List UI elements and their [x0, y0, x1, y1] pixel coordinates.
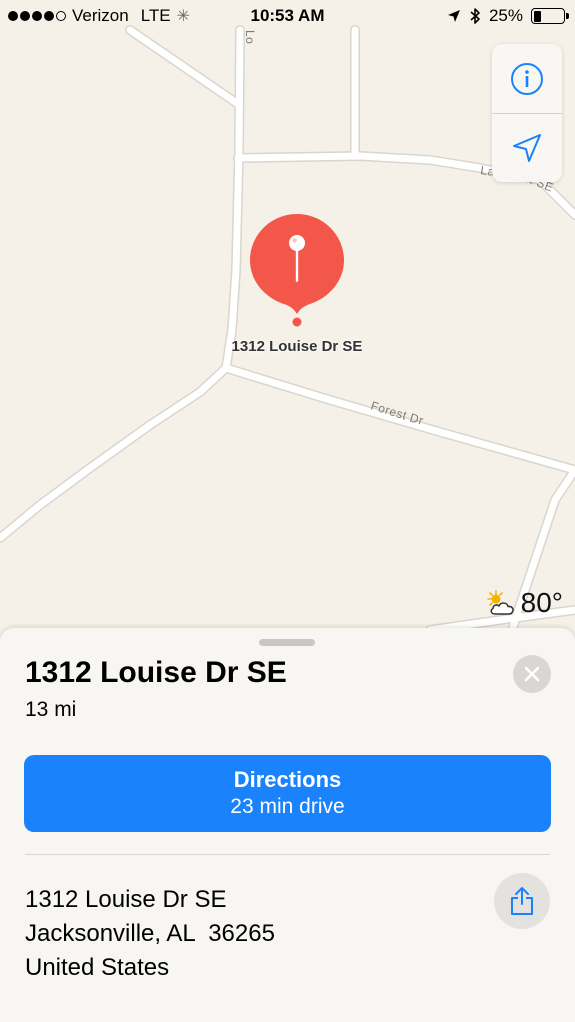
location-services-icon	[447, 10, 460, 22]
pin-label: 1312 Louise Dr SE	[231, 338, 363, 355]
distance-text: 13 mi	[25, 698, 77, 721]
info-button[interactable]	[492, 44, 562, 113]
info-icon	[511, 62, 543, 95]
address-line-3: United States	[25, 954, 170, 981]
place-card[interactable]: 1312 Louise Dr SE 13 mi Directions 23 mi…	[0, 628, 575, 1022]
weather-indicator[interactable]: 80°	[485, 587, 563, 619]
close-icon	[524, 666, 540, 682]
status-bar: Verizon LTE ✳ 10:53 AM 25%	[0, 0, 575, 32]
road-label-lo: Lo	[243, 30, 257, 44]
address-line-1: 1312 Louise Dr SE	[25, 886, 227, 913]
sheet-grabber[interactable]	[259, 639, 315, 646]
directions-eta: 23 min drive	[230, 795, 345, 818]
map-view[interactable]: Lo La ot SE Forest Dr	[0, 0, 575, 660]
share-icon	[511, 887, 533, 915]
status-right: 25%	[447, 6, 569, 26]
directions-label: Directions	[233, 767, 342, 792]
location-pin[interactable]	[250, 214, 344, 328]
directions-button[interactable]: Directions 23 min drive	[24, 755, 551, 832]
battery-icon	[531, 8, 569, 24]
close-button[interactable]	[513, 655, 551, 693]
map-controls	[492, 44, 562, 182]
partly-sunny-icon	[486, 590, 514, 615]
address-block: 1312 Louise Dr SE Jacksonville, AL 36265…	[25, 883, 275, 985]
divider	[25, 854, 550, 855]
location-arrow-icon	[513, 134, 541, 162]
place-title: 1312 Louise Dr SE	[25, 656, 287, 689]
pin-marker-icon	[250, 214, 344, 327]
battery-percent: 25%	[488, 6, 523, 25]
current-location-button[interactable]	[492, 113, 562, 182]
share-button[interactable]	[494, 873, 550, 929]
battery-level	[533, 10, 541, 22]
address-line-2: Jacksonville, AL 36265	[25, 920, 275, 947]
bluetooth-icon	[470, 8, 480, 24]
road-network: Lo La ot SE Forest Dr	[0, 25, 575, 660]
temperature: 80°	[520, 587, 563, 618]
